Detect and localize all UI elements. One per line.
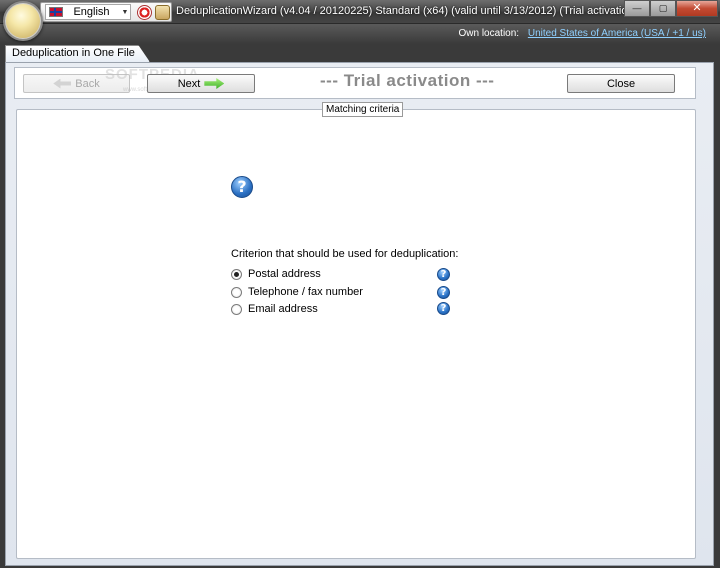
lifebuoy-icon[interactable] — [137, 5, 152, 20]
help-icon[interactable]: ? — [437, 302, 450, 315]
help-icon[interactable]: ? — [437, 268, 450, 281]
wizard-navigation-bar: Back SOFTPEDIA www.softpedia.com Next --… — [14, 66, 696, 99]
page-title: --- Trial activation --- — [320, 71, 495, 90]
tab-deduplication-in-one-file[interactable]: Deduplication in One File — [5, 45, 150, 62]
window-controls: — ▢ ✕ — [624, 0, 718, 17]
next-button-label: Next — [177, 77, 201, 90]
option-label: Postal address — [248, 268, 321, 280]
option-telephone-fax[interactable]: Telephone / fax number — [231, 285, 363, 299]
help-icon[interactable]: ? — [231, 176, 253, 198]
book-icon[interactable] — [155, 5, 170, 20]
option-label: Telephone / fax number — [248, 286, 363, 298]
criterion-prompt: Criterion that should be used for dedupl… — [231, 248, 459, 260]
radio-email-address[interactable] — [231, 303, 242, 315]
help-icon[interactable]: ? — [437, 286, 450, 299]
next-button[interactable]: Next — [147, 74, 255, 93]
main-area: Back SOFTPEDIA www.softpedia.com Next --… — [5, 62, 714, 566]
back-button-label: Back — [75, 77, 100, 90]
arrow-left-icon — [53, 78, 72, 89]
panel-label: Matching criteria — [322, 102, 404, 117]
language-combobox[interactable]: English ▼ — [45, 4, 131, 20]
radio-telephone-fax[interactable] — [231, 286, 242, 298]
norway-flag-icon — [49, 7, 63, 17]
arrow-right-icon — [204, 78, 225, 89]
matching-criteria-panel: ? Criterion that should be used for dedu… — [16, 109, 696, 559]
ribbon-strip: Own location: United States of America (… — [0, 24, 720, 44]
window-title: DeduplicationWizard (v4.04 / 20120225) S… — [176, 5, 636, 17]
document-tab-bar: Deduplication in One File — [0, 44, 720, 62]
minimize-button[interactable]: — — [624, 0, 650, 17]
option-label: Email address — [248, 303, 318, 315]
maximize-button[interactable]: ▢ — [650, 0, 676, 17]
application-orb-button[interactable] — [3, 1, 43, 41]
chevron-down-icon[interactable]: ▼ — [120, 9, 130, 16]
language-value: English — [73, 6, 110, 18]
quick-access-toolbar: English ▼ — [40, 2, 172, 22]
radio-postal-address[interactable] — [231, 268, 242, 280]
close-button-label: Close — [606, 77, 636, 90]
close-window-button[interactable]: ✕ — [676, 0, 718, 17]
title-bar: English ▼ DeduplicationWizard (v4.04 / 2… — [0, 0, 720, 24]
option-postal-address[interactable]: Postal address — [231, 267, 321, 281]
own-location: Own location: United States of America (… — [458, 28, 706, 39]
own-location-label: Own location: — [458, 28, 520, 39]
close-button[interactable]: Close — [567, 74, 675, 93]
option-email-address[interactable]: Email address — [231, 302, 318, 316]
own-location-link[interactable]: United States of America (USA / +1 / us) — [528, 28, 706, 39]
